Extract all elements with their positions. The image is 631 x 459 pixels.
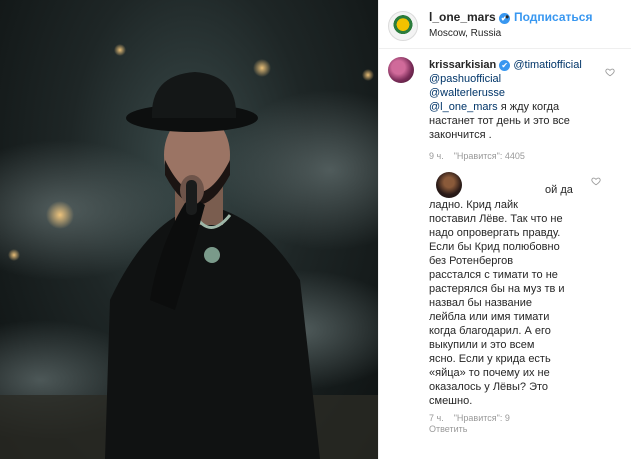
comment-text: ладно. Крид лайк xyxy=(429,199,518,211)
comment-text: закончится . xyxy=(429,129,492,141)
comment-1-line-4: @l_one_mars я жду когда xyxy=(429,100,619,114)
post-location[interactable]: Moscow, Russia xyxy=(429,28,501,39)
author-username-text[interactable]: l_one_mars xyxy=(429,10,496,24)
comment-text: «яйца» то почему их не xyxy=(429,367,550,379)
author-avatar[interactable] xyxy=(388,11,418,41)
comment-text: ой да xyxy=(545,184,573,196)
separator-dot: • xyxy=(505,10,510,24)
comment-text: расстался с тимати то не xyxy=(429,269,558,281)
mention-link[interactable]: @timatiofficial xyxy=(513,59,581,71)
comment-text: настанет тот день и это все xyxy=(429,115,570,127)
comment-text: назвал бы название xyxy=(429,297,532,309)
comment-likes[interactable]: "Нравится": 4405 xyxy=(454,151,525,161)
comment-likes[interactable]: "Нравится": 9 xyxy=(454,413,510,423)
comment-avatar[interactable] xyxy=(388,57,414,83)
verified-icon: ✔ xyxy=(499,60,511,71)
post-photo xyxy=(0,0,378,459)
comment-text: Если бы Крид полюбовно xyxy=(429,241,560,253)
comment-text: я жду когда xyxy=(500,101,560,113)
post-header: l_one_mars ✔ • Подписаться Moscow, Russia xyxy=(379,0,631,49)
comment-1-line-1: krissarkisian ✔ @timatiofficial xyxy=(429,58,619,72)
comment-text: растерялся бы на муз тв и xyxy=(429,283,565,295)
comment-text: оказалось у Лёвы? Это xyxy=(429,381,549,393)
comment-text: надо опровергать правду. xyxy=(429,227,561,239)
comment-text: без Ротенбергов xyxy=(429,255,514,267)
author-username[interactable]: l_one_mars ✔ xyxy=(429,10,510,24)
comment-text: выкупили и это всем xyxy=(429,339,535,351)
mention-link[interactable]: @walterlerusse xyxy=(429,87,505,99)
comment-1-line-2: @pashuofficial xyxy=(429,72,501,86)
heart-outline-icon[interactable] xyxy=(591,176,601,186)
comment-1-meta: 9 ч. "Нравится": 4405 xyxy=(429,151,525,161)
comment-1-line-3: @walterlerusse xyxy=(429,86,505,100)
reply-button[interactable]: Ответить xyxy=(429,424,467,434)
heart-outline-icon[interactable] xyxy=(605,67,615,77)
comment-text: когда благодарил. А его xyxy=(429,325,551,337)
post-panel: l_one_mars ✔ • Подписаться Moscow, Russia… xyxy=(378,0,631,459)
comment-text: поставил Лёве. Так что не xyxy=(429,213,563,225)
comment-text: смешно. xyxy=(429,395,473,407)
comment-2-meta: 7 ч. "Нравится": 9 xyxy=(429,413,510,423)
comment-text: лейбла или имя тимати xyxy=(429,311,550,323)
comment-username[interactable]: krissarkisian xyxy=(429,59,496,71)
comment-avatar[interactable] xyxy=(436,172,462,198)
comment-text: ясно. Если у крида есть xyxy=(429,353,551,365)
performer-photo xyxy=(0,44,378,459)
mention-link[interactable]: @l_one_mars xyxy=(429,101,498,113)
mention-link[interactable]: @pashuofficial xyxy=(429,73,501,85)
comment-time[interactable]: 9 ч. xyxy=(429,151,444,161)
comment-time[interactable]: 7 ч. xyxy=(429,413,444,423)
follow-button[interactable]: Подписаться xyxy=(514,10,592,24)
